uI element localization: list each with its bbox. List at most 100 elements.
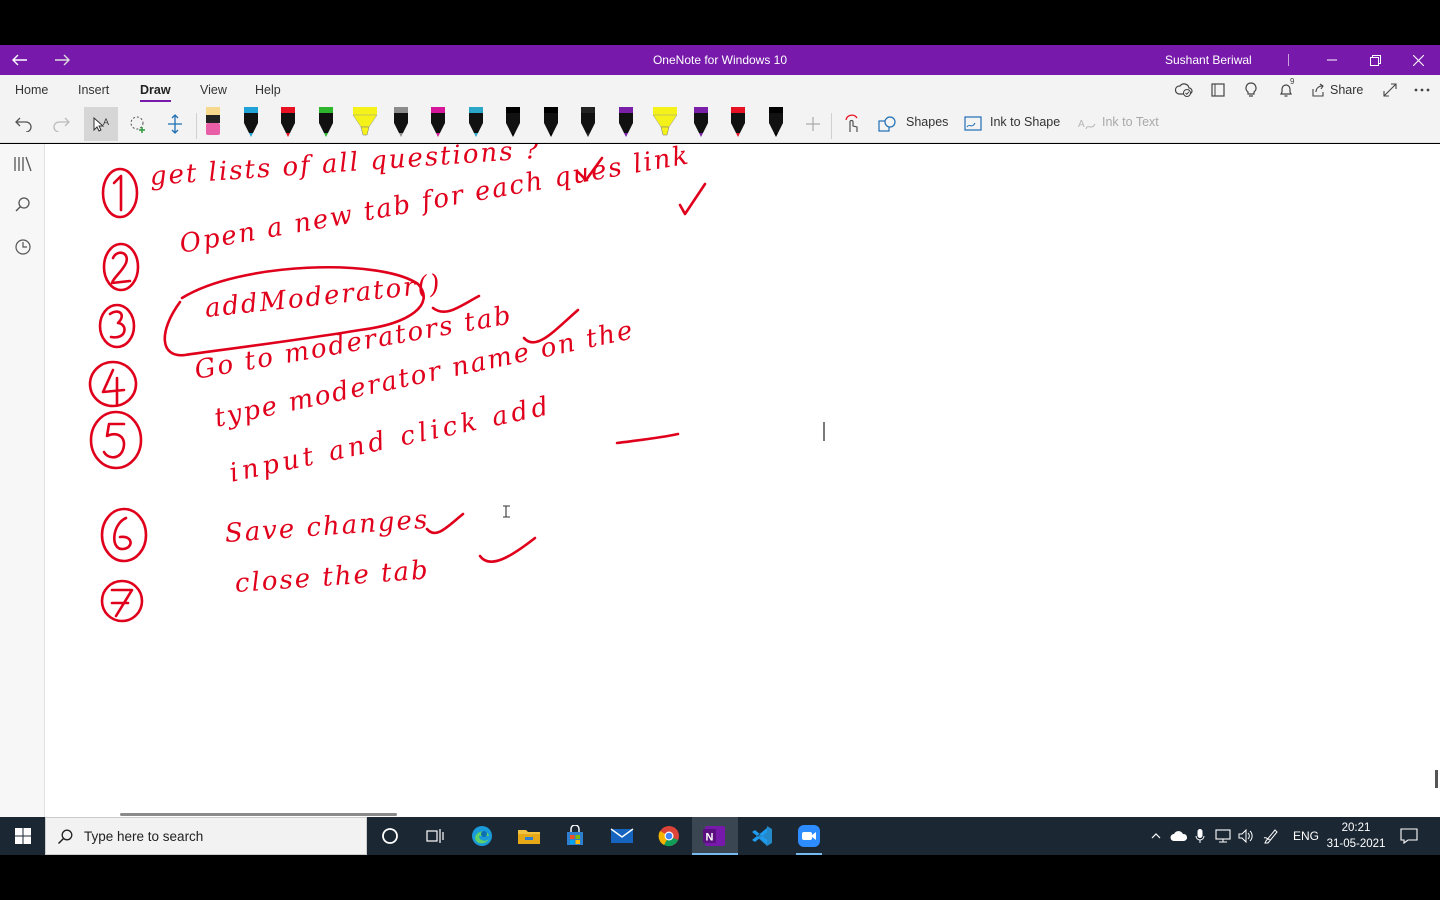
fullscreen-icon[interactable] [1380,80,1400,100]
shapes-icon[interactable] [873,109,903,139]
pen-tool-7[interactable] [426,105,450,143]
tab-insert[interactable]: Insert [78,75,109,105]
eraser-icon [206,107,220,135]
more-options-icon[interactable] [1412,80,1432,100]
ink-digit-5 [102,422,126,459]
pen-tool-2[interactable] [239,105,263,143]
volume-icon[interactable] [1238,817,1254,855]
action-center-icon[interactable] [1400,817,1418,855]
pen-tool-8[interactable] [464,105,488,143]
pen-tool-12[interactable] [614,105,638,143]
pen-icon [618,107,633,137]
touch-draw-icon[interactable] [837,109,867,139]
pen-tool-10[interactable] [539,105,563,143]
taskbar-search[interactable]: Type here to search [45,817,367,855]
pen-tool-3[interactable] [276,105,300,143]
user-name[interactable]: Sushant Beriwal [1165,45,1252,75]
start-button[interactable] [0,817,45,855]
ink-tick-7 [478,536,537,563]
vertical-scrollbar[interactable] [1435,770,1438,788]
ink-tick-6 [425,512,465,535]
type-select-tool[interactable]: A [84,107,118,141]
share-button[interactable]: Share [1330,75,1363,105]
edge-app[interactable] [459,817,505,855]
lasso-select-tool[interactable] [123,109,153,139]
add-space-tool[interactable] [160,109,190,139]
ink-to-shape-button[interactable]: Ink to Shape [990,115,1060,129]
pen-tool-14[interactable] [689,105,713,143]
search-icon[interactable] [12,194,34,216]
tab-home[interactable]: Home [15,75,48,105]
pen-icon [243,107,258,137]
ink-to-shape-icon[interactable] [958,109,988,139]
add-pen-button[interactable] [798,109,828,139]
pen-tool-16[interactable] [764,105,788,143]
undo-button[interactable] [9,109,39,139]
highlighter-tool-5[interactable] [351,105,378,143]
ink-digit-1 [112,174,123,212]
bell-icon[interactable]: 9 [1276,77,1296,100]
redo-button[interactable] [46,109,76,139]
mail-app[interactable] [599,817,645,855]
windows-taskbar: Type here to search N ENG 20:21 31-05-20… [0,817,1440,855]
pen-tool-11[interactable] [576,105,600,143]
sync-icon[interactable] [1174,80,1194,100]
chrome-app[interactable] [646,817,692,855]
pen-tool-6[interactable] [389,105,413,143]
tab-help[interactable]: Help [255,75,281,105]
task-view-button[interactable] [412,817,458,855]
pen-tool-9[interactable] [501,105,525,143]
pen-workspace-icon[interactable] [1263,817,1279,855]
network-icon[interactable] [1215,817,1231,855]
zoom-app[interactable] [786,817,832,855]
svg-text:N: N [706,832,714,844]
eraser-tool-1[interactable] [201,105,225,143]
close-button[interactable] [1396,45,1440,75]
cortana-button[interactable] [367,817,413,855]
title-separator [1288,54,1289,66]
horizontal-scrollbar[interactable] [120,813,397,816]
page-canvas[interactable]: get lists of all questions ? Open a new t… [45,144,1440,817]
highlighter-icon [652,107,678,136]
ink-digit-4 [101,368,126,406]
vscode-app[interactable] [739,817,785,855]
back-button[interactable] [0,45,40,75]
highlighter-tool-13[interactable] [651,105,678,143]
lightbulb-icon[interactable] [1241,80,1261,100]
windows-logo-icon [14,828,31,844]
clock[interactable]: 20:21 31-05-2021 [1322,820,1390,852]
file-explorer-app[interactable] [506,817,552,855]
forward-button[interactable] [42,45,82,75]
notebook-icon[interactable] [1208,80,1228,100]
title-bar: OneNote for Windows 10 Sushant Beriwal [0,45,1440,75]
microphone-icon[interactable] [1195,817,1205,855]
notification-count: 9 [1290,77,1295,86]
notebooks-icon[interactable] [12,153,34,175]
share-icon[interactable] [1309,80,1327,100]
recent-notes-icon[interactable] [12,236,34,258]
folder-icon [518,830,540,844]
ink-digit-6 [113,516,132,551]
pen-icon [431,107,445,137]
pen-tool-15[interactable] [726,105,750,143]
onedrive-icon[interactable] [1170,817,1188,855]
top-letterbox [0,0,1440,45]
store-app[interactable] [552,817,598,855]
toolbar-divider [196,113,197,139]
tab-view[interactable]: View [200,75,227,105]
restore-button[interactable] [1353,45,1397,75]
pen-icon [731,107,745,137]
ink-to-text-button: Ink to Text [1102,115,1159,129]
ribbon: Home Insert Draw View Help 9 Share A Sha… [0,75,1440,143]
ink-digit-2 [110,251,132,285]
show-hidden-icons[interactable] [1148,817,1164,855]
tab-draw[interactable]: Draw [140,75,171,105]
minimize-button[interactable] [1310,45,1354,75]
shapes-button[interactable]: Shapes [906,115,948,129]
chrome-icon [658,826,679,847]
taskbar-search-placeholder: Type here to search [84,829,204,844]
pen-icon [468,107,483,137]
pen-tool-4[interactable] [314,105,338,143]
language-indicator[interactable]: ENG [1293,817,1319,855]
onenote-app[interactable]: N [692,817,738,855]
